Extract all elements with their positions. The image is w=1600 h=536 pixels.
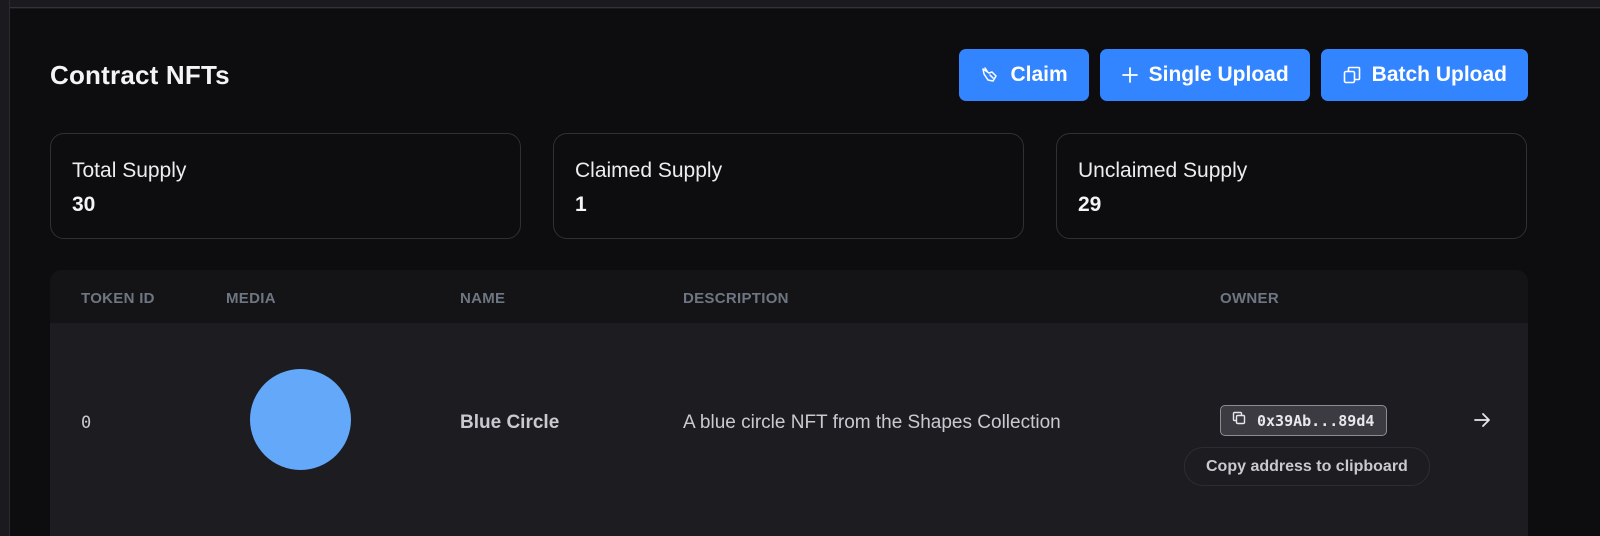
plus-icon bbox=[1121, 66, 1139, 84]
stat-value: 1 bbox=[575, 193, 587, 216]
column-header-media[interactable]: MEDIA bbox=[226, 290, 276, 307]
copy-stack-icon bbox=[1342, 65, 1362, 85]
unclaimed-supply-card: Unclaimed Supply 29 bbox=[1056, 133, 1527, 239]
contract-nfts-panel: Contract NFTs Claim Single Upload Batch … bbox=[10, 9, 1600, 536]
table-header: TOKEN ID MEDIA NAME DESCRIPTION OWNER bbox=[50, 270, 1528, 323]
owner-address: 0x39Ab...89d4 bbox=[1257, 411, 1375, 430]
owner-address-copy-button[interactable]: 0x39Ab...89d4 bbox=[1220, 405, 1388, 436]
stat-value: 30 bbox=[72, 193, 96, 216]
batch-upload-button[interactable]: Batch Upload bbox=[1320, 49, 1528, 101]
column-header-description[interactable]: DESCRIPTION bbox=[683, 290, 789, 307]
claim-button-label: Claim bbox=[1010, 63, 1068, 86]
nft-name-cell: Blue Circle bbox=[460, 412, 560, 433]
copy-icon bbox=[1231, 410, 1247, 431]
single-upload-button-label: Single Upload bbox=[1148, 63, 1289, 86]
nft-table: TOKEN ID MEDIA NAME DESCRIPTION OWNER 0 … bbox=[50, 270, 1528, 536]
page-title: Contract NFTs bbox=[50, 59, 230, 90]
claim-button[interactable]: Claim bbox=[959, 49, 1089, 101]
batch-upload-button-label: Batch Upload bbox=[1371, 63, 1507, 86]
hand-pointer-icon bbox=[980, 65, 1000, 85]
claimed-supply-card: Claimed Supply 1 bbox=[553, 133, 1024, 239]
column-header-name[interactable]: NAME bbox=[460, 290, 505, 307]
nft-media-thumbnail bbox=[250, 369, 351, 470]
token-id-cell: 0 bbox=[81, 413, 92, 433]
nft-description-cell: A blue circle NFT from the Shapes Collec… bbox=[683, 412, 1061, 433]
column-header-token-id[interactable]: TOKEN ID bbox=[81, 290, 155, 307]
window-top-border bbox=[0, 0, 1600, 8]
total-supply-card: Total Supply 30 bbox=[50, 133, 521, 239]
supply-stats: Total Supply 30 Claimed Supply 1 Unclaim… bbox=[50, 133, 1528, 239]
page-header: Contract NFTs Claim Single Upload Batch … bbox=[50, 49, 1528, 101]
arrow-right-icon[interactable] bbox=[1471, 409, 1493, 431]
single-upload-button[interactable]: Single Upload bbox=[1099, 49, 1310, 101]
stat-label: Total Supply bbox=[72, 159, 187, 182]
stat-label: Unclaimed Supply bbox=[1078, 159, 1248, 182]
table-row[interactable]: 0 Blue Circle A blue circle NFT from the… bbox=[50, 323, 1528, 536]
column-header-owner[interactable]: OWNER bbox=[1220, 290, 1279, 307]
sidebar-edge bbox=[0, 0, 10, 536]
header-actions: Claim Single Upload Batch Upload bbox=[959, 49, 1528, 101]
stat-label: Claimed Supply bbox=[575, 159, 723, 182]
stat-value: 29 bbox=[1078, 193, 1102, 216]
copy-address-tooltip: Copy address to clipboard bbox=[1184, 447, 1430, 486]
